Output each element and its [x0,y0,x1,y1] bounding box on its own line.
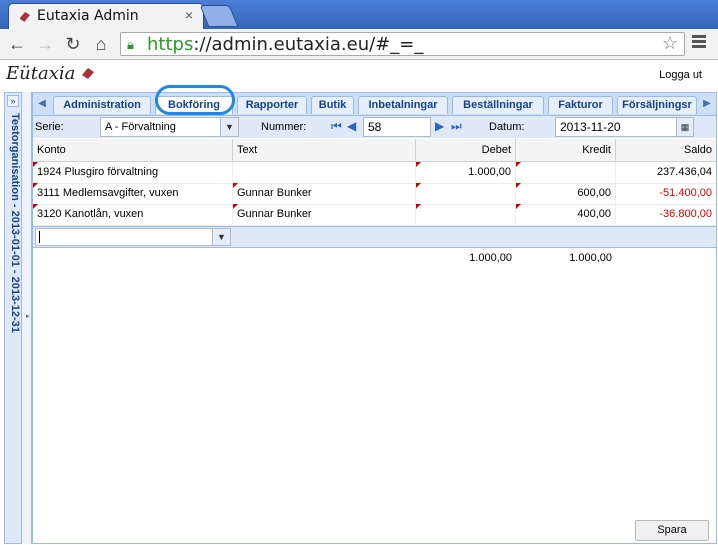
cell-text[interactable] [233,162,416,183]
datum-label: Datum: [489,121,525,133]
home-icon[interactable]: ⌂ [90,33,112,55]
app-header: Eütaxia Logga ut [0,60,718,90]
eutaxia-favicon-icon [20,12,30,22]
new-entry-row[interactable]: ▼ [33,226,716,248]
grid-header: Konto Text Debet Kredit Saldo [33,139,716,162]
panel-splitter[interactable]: ▸ [22,92,32,544]
cell-debet[interactable] [416,204,516,225]
cell-konto[interactable]: 1924 Plusgiro förvaltning [33,162,233,183]
cell-text[interactable]: Gunnar Bunker [233,204,416,225]
address-bar[interactable]: 🔒︎ https://admin.eutaxia.eu/#_=_ ☆ [120,32,685,56]
tab-administration[interactable]: Administration [53,96,151,114]
organisation-side-panel: » Testorganisation - 2013-01-01 - 2013-1… [4,92,22,544]
datum-value: 2013-11-20 [560,120,621,134]
module-tab-bar: ◀ Administration Bokföring Rapporter But… [33,85,716,116]
total-debet: 1.000,00 [469,252,512,264]
cell-saldo: 237.436,04 [656,166,712,178]
col-kredit[interactable]: Kredit [516,139,616,161]
voucher-form-row: Serie: A - Förvaltning ▼ Nummer: ⏮︎ ◀ 58… [33,116,716,138]
expand-panel-icon[interactable]: » [7,95,19,107]
next-page-icon[interactable]: ▶ [435,119,444,133]
chrome-menu-icon[interactable] [692,35,706,50]
tab-scroll-left-icon[interactable]: ◀ [35,96,49,112]
lock-icon: 🔒︎ [127,37,134,52]
splitter-arrow-icon[interactable]: ▸ [26,312,30,320]
browser-tab-title: Eutaxia Admin [37,8,139,24]
logo-book-icon [82,68,95,79]
browser-toolbar: ← → ↻ ⌂ 🔒︎ https://admin.eutaxia.eu/#_=_… [0,29,718,60]
totals-row: 1.000,00 1.000,00 [33,248,716,269]
col-saldo[interactable]: Saldo [616,139,716,161]
cell-debet[interactable]: 1.000,00 [416,162,516,183]
browser-tab[interactable]: Eutaxia Admin × [8,3,204,29]
tab-butik[interactable]: Butik [311,96,354,114]
total-kredit: 1.000,00 [569,252,612,264]
cell-kredit[interactable]: 400,00 [516,204,616,225]
cell-saldo: -51.400,00 [659,187,712,199]
nummer-label: Nummer: [261,121,307,133]
tab-bokforing[interactable]: Bokföring [155,96,233,114]
tab-bestallningar[interactable]: Beställningar [452,96,544,114]
serie-dropdown-icon[interactable]: ▼ [220,118,238,136]
col-text[interactable]: Text [233,139,416,161]
cell-saldo: -36.800,00 [659,208,712,220]
tab-forsaljningsr[interactable]: Försäljningsr [617,96,697,114]
browser-tab-strip: Eutaxia Admin × [0,0,718,29]
col-konto[interactable]: Konto [33,139,233,161]
serie-select[interactable]: A - Förvaltning ▼ [100,117,239,137]
save-button[interactable]: Spara [635,520,709,541]
table-row[interactable]: 3111 Medlemsavgifter, vuxen Gunnar Bunke… [33,183,716,205]
table-row[interactable]: 3120 Kanotlån, vuxen Gunnar Bunker 400,0… [33,204,716,226]
close-tab-icon[interactable]: × [185,7,193,23]
new-konto-select[interactable]: ▼ [35,228,231,246]
eutaxia-logo: Eütaxia [6,63,95,84]
cell-kredit[interactable]: 600,00 [516,183,616,204]
forward-icon[interactable]: → [34,33,56,55]
tab-rapporter[interactable]: Rapporter [237,96,307,114]
datum-field[interactable]: 2013-11-20 ▦ [555,117,694,137]
tab-scroll-right-icon[interactable]: ▶ [700,96,714,112]
tab-inbetalningar[interactable]: Inbetalningar [358,96,448,114]
back-icon[interactable]: ← [6,33,28,55]
prev-page-icon[interactable]: ◀ [347,119,356,133]
serie-value: A - Förvaltning [105,121,176,133]
col-debet[interactable]: Debet [416,139,516,161]
logout-link[interactable]: Logga ut [659,69,702,81]
bookmark-star-icon[interactable]: ☆ [662,33,678,54]
table-row[interactable]: 1924 Plusgiro förvaltning 1.000,00 237.4… [33,162,716,184]
main-panel: ◀ Administration Bokföring Rapporter But… [32,85,717,544]
url-text: https://admin.eutaxia.eu/#_=_ [147,34,424,55]
tab-fakturor[interactable]: Fakturor [548,96,613,114]
calendar-icon[interactable]: ▦ [676,118,693,136]
side-panel-title: Testorganisation - 2013-01-01 - 2013-12-… [9,113,21,333]
nummer-input[interactable]: 58 [363,117,431,137]
cell-konto[interactable]: 3111 Medlemsavgifter, vuxen [33,183,233,204]
reload-icon[interactable]: ↻ [62,33,84,55]
konto-dropdown-icon[interactable]: ▼ [212,229,230,245]
new-tab-button[interactable] [199,5,239,27]
cell-text[interactable]: Gunnar Bunker [233,183,416,204]
cell-konto[interactable]: 3120 Kanotlån, vuxen [33,204,233,225]
serie-label: Serie: [35,121,64,133]
first-page-icon[interactable]: ⏮︎ [331,119,342,134]
cell-kredit[interactable] [516,162,616,183]
text-cursor [39,231,40,243]
cell-debet[interactable] [416,183,516,204]
last-page-icon[interactable]: ⏭︎ [451,119,462,134]
